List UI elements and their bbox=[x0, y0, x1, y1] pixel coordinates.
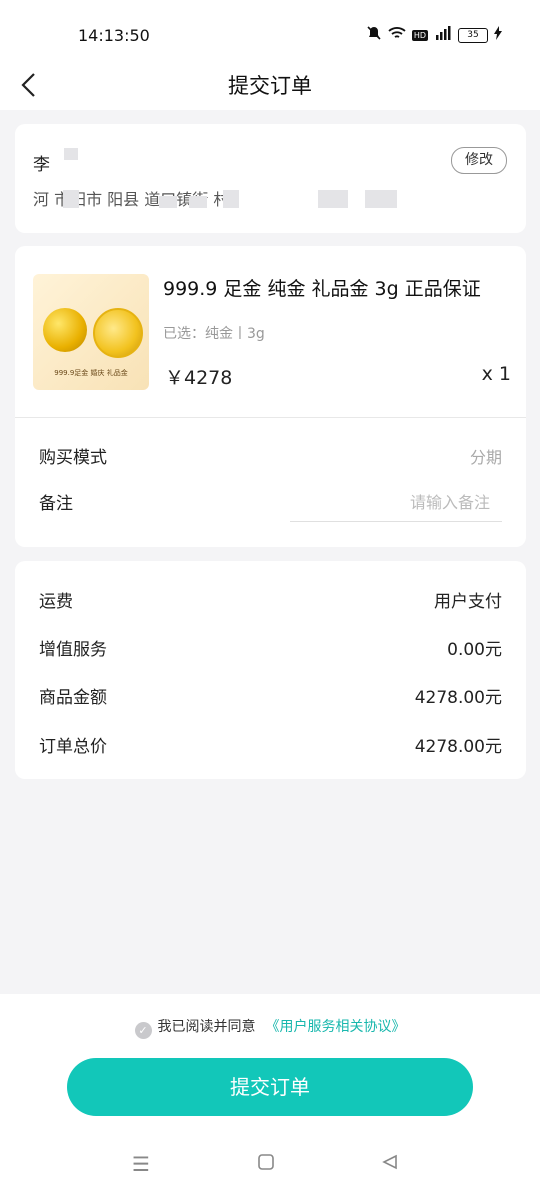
redacted-block bbox=[365, 190, 397, 208]
divider bbox=[15, 417, 526, 418]
product-price: ￥4278 bbox=[165, 367, 233, 389]
remark-input[interactable] bbox=[290, 484, 502, 522]
gold-coin-image bbox=[93, 308, 143, 358]
charging-icon bbox=[494, 26, 502, 44]
agreement-link[interactable]: 《用户服务相关协议》 bbox=[266, 1019, 406, 1035]
wifi-icon bbox=[388, 26, 406, 44]
purchase-mode-value[interactable]: 分期 bbox=[470, 444, 502, 468]
redacted-block bbox=[63, 190, 79, 208]
value-added-service-label: 增值服务 bbox=[39, 640, 107, 660]
product-image[interactable]: 999.9足金 婚庆 礼品金 bbox=[33, 274, 149, 390]
bottom-bar: ✓ 我已阅读并同意 《用户服务相关协议》 提交订单 ☰ bbox=[0, 994, 540, 1200]
menu-icon[interactable]: ☰ bbox=[132, 1152, 150, 1176]
battery-icon: 35 bbox=[458, 27, 488, 43]
home-icon[interactable] bbox=[257, 1152, 275, 1176]
gold-bean-image bbox=[43, 308, 87, 352]
system-nav-bar: ☰ bbox=[0, 1144, 540, 1190]
fee-card: 运费 用户支付 增值服务 0.00元 商品金额 4278.00元 订单总价 42… bbox=[15, 561, 526, 779]
redacted-block bbox=[223, 190, 239, 208]
status-icons: HD 35 bbox=[366, 25, 502, 45]
signal-icon bbox=[434, 26, 452, 44]
product-quantity: x 1 bbox=[481, 363, 511, 385]
product-spec: 已选：纯金丨3g bbox=[163, 326, 265, 342]
status-time: 14:13:50 bbox=[78, 26, 150, 45]
redacted-block bbox=[318, 190, 348, 208]
check-circle-icon[interactable]: ✓ bbox=[134, 1022, 152, 1039]
hd-icon: HD bbox=[411, 29, 428, 41]
order-total-value: 4278.00元 bbox=[414, 737, 502, 757]
submit-order-button[interactable]: 提交订单 bbox=[67, 1058, 473, 1116]
shipping-value: 用户支付 bbox=[434, 592, 502, 612]
redacted-block bbox=[159, 196, 177, 208]
value-added-service-value: 0.00元 bbox=[447, 640, 502, 660]
address-card[interactable]: 李 修改 河 市阳市 阳县 道口镇街 村 bbox=[15, 124, 526, 233]
back-triangle-icon[interactable] bbox=[381, 1152, 399, 1176]
page-title: 提交订单 bbox=[228, 74, 312, 98]
header-bar: 提交订单 bbox=[0, 60, 540, 110]
redacted-block bbox=[64, 148, 78, 160]
product-title: 999.9 足金 纯金 礼品金 3g 正品保证 bbox=[163, 278, 481, 300]
purchase-mode-label: 购买模式 bbox=[39, 448, 107, 468]
mute-icon bbox=[366, 25, 382, 45]
goods-amount-label: 商品金额 bbox=[39, 688, 107, 708]
goods-amount-value: 4278.00元 bbox=[414, 688, 502, 708]
redacted-block bbox=[189, 196, 207, 208]
product-image-caption: 999.9足金 婚庆 礼品金 bbox=[54, 369, 128, 377]
edit-address-button[interactable]: 修改 bbox=[451, 147, 507, 174]
agreement-row: ✓ 我已阅读并同意 《用户服务相关协议》 bbox=[0, 1016, 540, 1039]
recipient-name: 李 bbox=[33, 155, 50, 175]
remark-label: 备注 bbox=[39, 494, 73, 514]
product-card: 999.9足金 婚庆 礼品金 999.9 足金 纯金 礼品金 3g 正品保证 已… bbox=[15, 246, 526, 547]
shipping-label: 运费 bbox=[39, 592, 73, 612]
order-total-label: 订单总价 bbox=[39, 737, 107, 757]
agreement-text: 我已阅读并同意 bbox=[157, 1019, 256, 1035]
